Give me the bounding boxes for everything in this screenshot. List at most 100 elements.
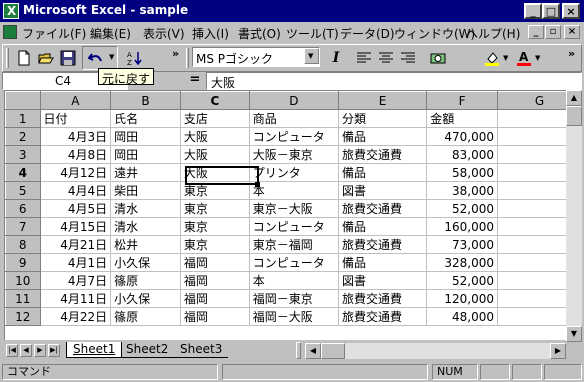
tab-split-handle[interactable]: [296, 342, 301, 359]
scroll-left-icon[interactable]: ◀: [305, 343, 321, 359]
cell-d8[interactable]: 東京－福岡: [248, 235, 339, 254]
cell-a9[interactable]: 4月1日: [39, 253, 112, 272]
align-left-icon[interactable]: [354, 48, 374, 68]
cell-f12[interactable]: 48,000: [426, 307, 499, 326]
cell-b11[interactable]: 小久保: [110, 289, 181, 308]
cell-a3[interactable]: 4月8日: [39, 145, 112, 164]
cell-c12[interactable]: 福岡: [179, 307, 250, 326]
column-header-f[interactable]: F: [426, 91, 499, 110]
fill-color-dropdown-icon[interactable]: ▼: [503, 54, 508, 62]
row-header[interactable]: 7: [5, 217, 41, 236]
cell-b12[interactable]: 篠原: [110, 307, 181, 326]
row-header[interactable]: 10: [5, 271, 41, 290]
cell-b2[interactable]: 岡田: [110, 127, 181, 146]
menu-help[interactable]: ヘルプ(H): [466, 25, 520, 42]
font-color-icon[interactable]: A: [514, 48, 534, 68]
cell-f9[interactable]: 328,000: [426, 253, 499, 272]
cell-b1[interactable]: 氏名: [110, 109, 181, 128]
cell-e11[interactable]: 旅費交通費: [337, 289, 428, 308]
menu-format[interactable]: 書式(O): [238, 25, 281, 42]
fill-handle[interactable]: [255, 182, 260, 187]
cell-d4[interactable]: プリンタ: [248, 163, 339, 182]
cell-a1[interactable]: 日付: [39, 109, 112, 128]
cell-c2[interactable]: 大阪: [179, 127, 250, 146]
horizontal-scrollbar[interactable]: ◀ ▶: [305, 343, 566, 359]
excel-app-icon[interactable]: X: [3, 3, 19, 19]
cell-c4-active[interactable]: 大阪: [179, 163, 250, 182]
cell-e6[interactable]: 旅費交通費: [337, 199, 428, 218]
row-header[interactable]: 4: [5, 163, 41, 182]
cell-e2[interactable]: 備品: [337, 127, 428, 146]
vertical-scrollbar[interactable]: ▲ ▼: [566, 90, 582, 342]
align-center-icon[interactable]: [376, 48, 396, 68]
cell-e10[interactable]: 図書: [337, 271, 428, 290]
italic-button[interactable]: I: [326, 48, 346, 68]
row-header[interactable]: 1: [5, 109, 41, 128]
cell-f7[interactable]: 160,000: [426, 217, 499, 236]
cell-a4[interactable]: 4月12日: [39, 163, 112, 182]
cell-e3[interactable]: 旅費交通費: [337, 145, 428, 164]
cell-b3[interactable]: 岡田: [110, 145, 181, 164]
cell-e8[interactable]: 旅費交通費: [337, 235, 428, 254]
column-header-c[interactable]: C: [179, 91, 250, 110]
cell-a11[interactable]: 4月11日: [39, 289, 112, 308]
cell-e9[interactable]: 備品: [337, 253, 428, 272]
worksheet-grid[interactable]: A B C D E F G 1 日付 氏名 支店 商品 分類 金額 2 4月3日…: [4, 90, 582, 340]
scroll-down-icon[interactable]: ▼: [566, 326, 582, 342]
row-header[interactable]: 9: [5, 253, 41, 272]
menu-edit[interactable]: 編集(E): [90, 25, 131, 42]
cell-f1[interactable]: 金額: [426, 109, 499, 128]
cell-b5[interactable]: 柴田: [110, 181, 181, 200]
tab-sheet2[interactable]: Sheet2: [120, 342, 175, 358]
row-header[interactable]: 12: [5, 307, 41, 326]
sort-ascending-icon[interactable]: AZ: [124, 48, 144, 68]
cell-c5[interactable]: 東京: [179, 181, 250, 200]
menu-data[interactable]: データ(D): [340, 25, 395, 42]
row-header[interactable]: 2: [5, 127, 41, 146]
cell-c6[interactable]: 東京: [179, 199, 250, 218]
toolbar-overflow-icon[interactable]: »: [568, 47, 575, 60]
row-header[interactable]: 8: [5, 235, 41, 254]
cell-table[interactable]: A B C D E F G 1 日付 氏名 支店 商品 分類 金額 2 4月3日…: [5, 91, 582, 326]
cell-f3[interactable]: 83,000: [426, 145, 499, 164]
menu-insert[interactable]: 挿入(I): [192, 25, 229, 42]
cell-f4[interactable]: 58,000: [426, 163, 499, 182]
cell-a7[interactable]: 4月15日: [39, 217, 112, 236]
cell-b4[interactable]: 遠井: [110, 163, 181, 182]
cell-c1[interactable]: 支店: [179, 109, 250, 128]
column-header-a[interactable]: A: [39, 91, 112, 110]
column-header-e[interactable]: E: [337, 91, 428, 110]
menu-tools[interactable]: ツール(T): [286, 25, 339, 42]
cell-d12[interactable]: 福岡－大阪: [248, 307, 339, 326]
cell-c8[interactable]: 東京: [179, 235, 250, 254]
cell-a8[interactable]: 4月21日: [39, 235, 112, 254]
document-icon[interactable]: [3, 25, 17, 39]
cell-d10[interactable]: 本: [248, 271, 339, 290]
cell-b6[interactable]: 清水: [110, 199, 181, 218]
font-color-dropdown-icon[interactable]: ▼: [535, 54, 540, 62]
tab-sheet1[interactable]: Sheet1: [66, 342, 123, 358]
cell-e1[interactable]: 分類: [337, 109, 428, 128]
first-sheet-icon[interactable]: |◀: [6, 344, 18, 357]
undo-dropdown-icon[interactable]: ▼: [109, 53, 114, 61]
tab-sheet3[interactable]: Sheet3: [174, 342, 229, 358]
minimize-button[interactable]: _: [524, 3, 542, 19]
cell-e12[interactable]: 旅費交通費: [337, 307, 428, 326]
formula-input[interactable]: 大阪: [206, 72, 582, 90]
cell-d6[interactable]: 東京－大阪: [248, 199, 339, 218]
save-disk-icon[interactable]: [58, 48, 78, 68]
vertical-scroll-thumb[interactable]: [566, 106, 582, 126]
currency-style-icon[interactable]: [428, 48, 448, 68]
cell-f10[interactable]: 52,000: [426, 271, 499, 290]
doc-minimize-button[interactable]: _: [528, 25, 544, 39]
cell-b10[interactable]: 篠原: [110, 271, 181, 290]
cell-d1[interactable]: 商品: [248, 109, 339, 128]
menu-window[interactable]: ウィンドウ(W): [394, 25, 475, 42]
cell-e7[interactable]: 備品: [337, 217, 428, 236]
undo-button[interactable]: ▼: [82, 46, 118, 70]
size-grip[interactable]: [544, 364, 582, 380]
new-document-icon[interactable]: [14, 48, 34, 68]
cell-d7[interactable]: コンピュータ: [248, 217, 339, 236]
edit-formula-button[interactable]: =: [184, 72, 206, 90]
column-header-b[interactable]: B: [110, 91, 181, 110]
